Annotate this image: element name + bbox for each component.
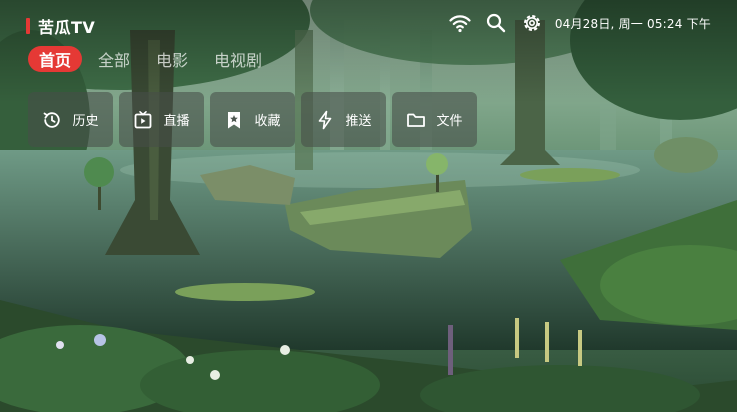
push-button[interactable]: 推送 — [301, 92, 386, 147]
top-bar: 苦瓜TV 04月28日, 周一 05:24 下午 — [0, 0, 737, 48]
folder-icon — [406, 110, 426, 130]
tab-all[interactable]: 全部 — [88, 46, 140, 72]
tab-movies[interactable]: 电影 — [146, 46, 198, 72]
push-label: 推送 — [345, 114, 372, 129]
wifi-icon[interactable] — [449, 12, 471, 34]
category-tabs: 首页 全部 电影 电视剧 — [28, 46, 278, 72]
history-icon — [42, 110, 62, 130]
gear-icon[interactable] — [521, 12, 543, 34]
tab-home[interactable]: 首页 — [28, 46, 83, 72]
files-button[interactable]: 文件 — [392, 92, 477, 147]
app-title: 苦瓜TV — [38, 18, 96, 37]
date-time: 04月28日, 周一 05:24 下午 — [554, 16, 711, 31]
lightning-icon — [315, 110, 335, 130]
files-label: 文件 — [436, 114, 463, 129]
bookmark-star-icon — [224, 110, 244, 130]
search-icon[interactable] — [485, 12, 507, 34]
quick-actions: 历史 直播 收藏 推送 文件 — [28, 92, 483, 147]
history-button[interactable]: 历史 — [28, 92, 113, 147]
history-label: 历史 — [72, 114, 99, 129]
live-tv-icon — [133, 110, 153, 130]
brand-accent-bar — [26, 18, 30, 34]
tab-tv-series[interactable]: 电视剧 — [204, 46, 272, 72]
favorites-button[interactable]: 收藏 — [210, 92, 295, 147]
live-tv-label: 直播 — [163, 114, 190, 129]
app-brand: 苦瓜TV — [26, 14, 95, 38]
status-area: 04月28日, 周一 05:24 下午 — [435, 12, 711, 34]
live-tv-button[interactable]: 直播 — [119, 92, 204, 147]
favorites-label: 收藏 — [254, 114, 281, 129]
